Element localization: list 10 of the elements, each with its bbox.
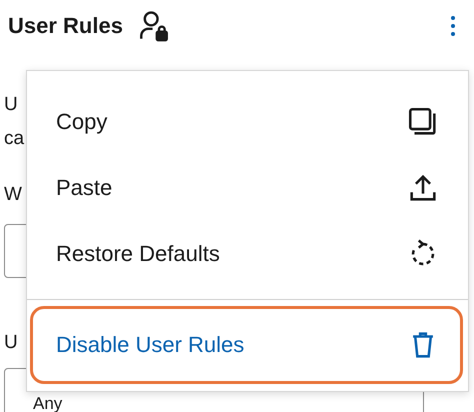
menu-item[interactable]: Copy bbox=[30, 89, 463, 155]
field-label: U bbox=[4, 93, 18, 117]
field-label: ca bbox=[4, 127, 24, 151]
menu-item[interactable]: Disable User Rules bbox=[30, 306, 463, 384]
menu-item[interactable]: Paste bbox=[30, 155, 463, 221]
menu-item[interactable]: Restore Defaults bbox=[30, 221, 463, 287]
page-title: User Rules bbox=[8, 13, 123, 39]
field-label: U bbox=[4, 331, 18, 355]
field-label: W bbox=[4, 183, 22, 207]
more-icon bbox=[450, 14, 456, 38]
